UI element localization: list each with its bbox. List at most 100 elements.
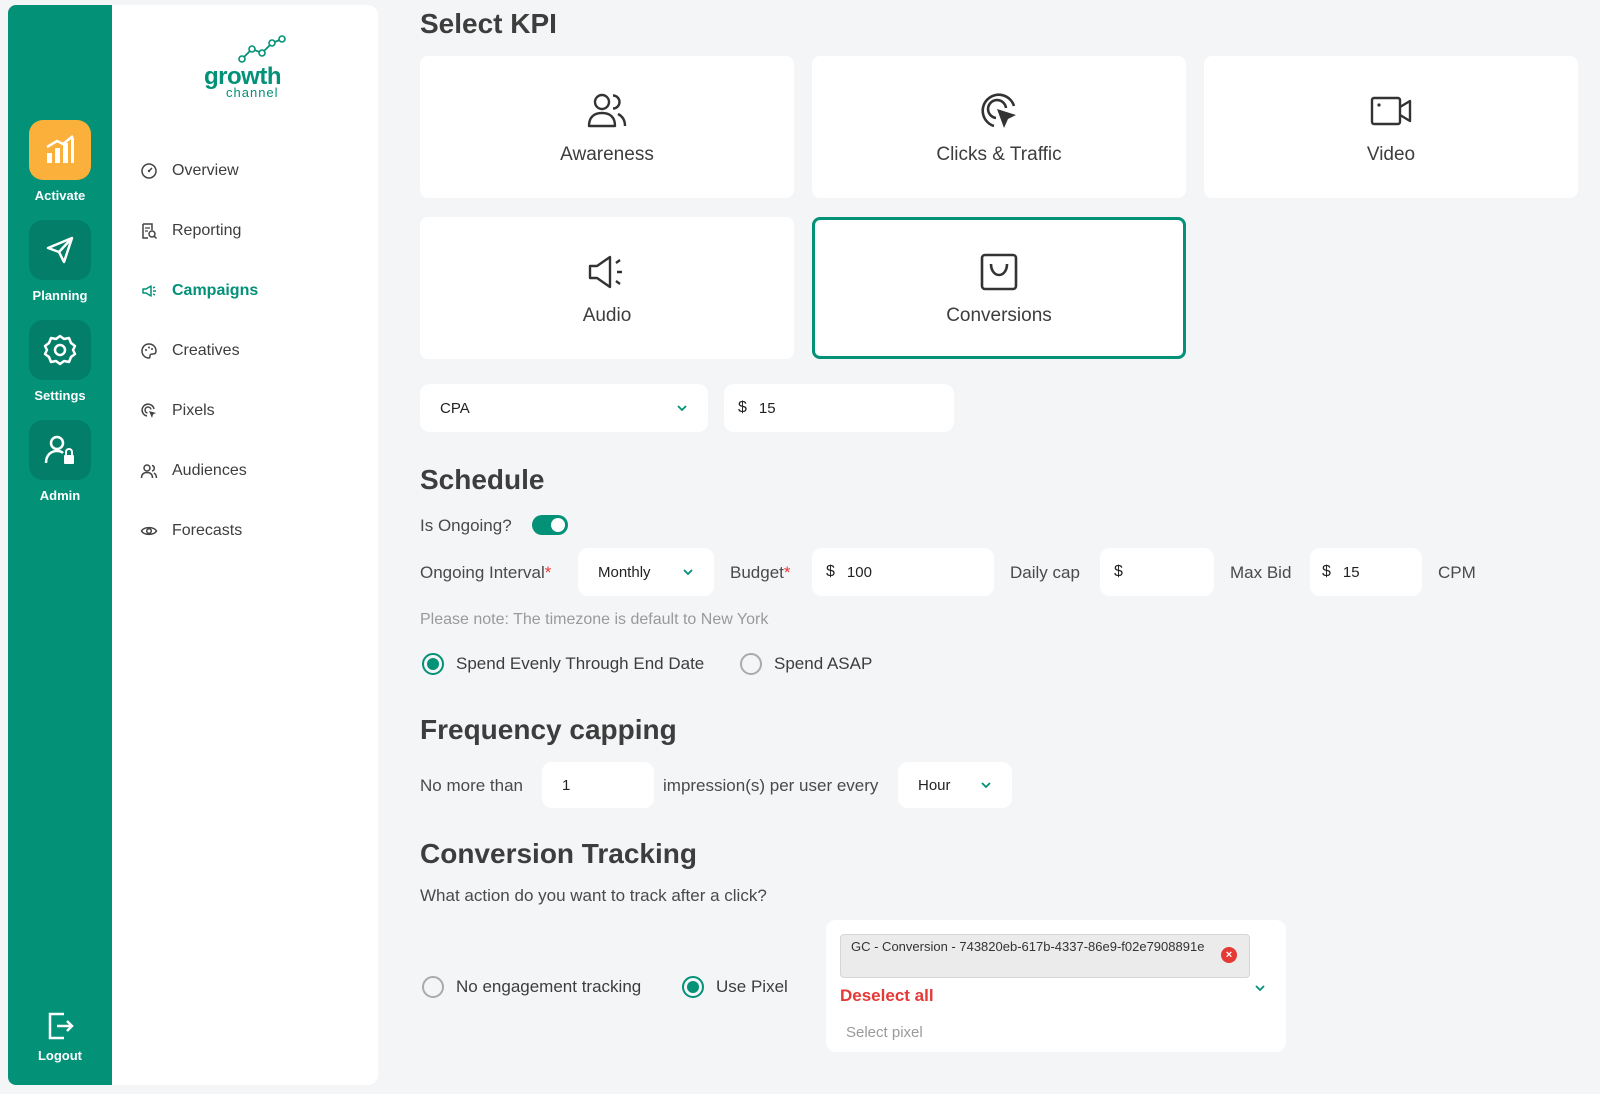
nav-item-creatives[interactable]: Creatives (140, 339, 240, 363)
required-mark: * (544, 563, 552, 582)
no-tracking-label: No engagement tracking (456, 977, 642, 996)
rail-label-admin: Admin (39, 488, 81, 503)
brand-logo: growth channel (204, 35, 294, 105)
ongoing-interval-select[interactable]: Monthly (578, 548, 714, 596)
users-icon (140, 464, 158, 479)
icon-rail: Activate Planning Settings Admin Logout (8, 5, 112, 1085)
spend-evenly-radio[interactable]: Spend Evenly Through End Date (422, 653, 704, 675)
selected-pixel-chip: GC - Conversion - 743820eb-617b-4337-86e… (840, 934, 1250, 978)
video-camera-icon (1370, 96, 1412, 126)
nav-label-pixels: Pixels (172, 402, 215, 419)
speaker-icon (588, 255, 622, 289)
chevron-down-icon[interactable] (1254, 982, 1266, 994)
nav-label-overview: Overview (172, 162, 239, 179)
ongoing-interval-value: Monthly (598, 563, 651, 581)
budget-label: Budget* (730, 563, 791, 583)
kpi-value-input[interactable]: $ 15 (724, 384, 954, 432)
kpi-card-audio[interactable]: Audio (420, 217, 794, 359)
select-pixel-placeholder[interactable]: Select pixel (846, 1024, 923, 1041)
daily-cap-label: Daily cap (1010, 563, 1080, 582)
frequency-count: 1 (562, 776, 571, 794)
no-tracking-radio[interactable]: No engagement tracking (422, 976, 641, 998)
schedule-heading: Schedule (420, 464, 545, 495)
daily-cap-input[interactable]: $ (1100, 548, 1214, 596)
pixel-multiselect[interactable]: GC - Conversion - 743820eb-617b-4337-86e… (826, 920, 1286, 1052)
kpi-label-awareness: Awareness (560, 144, 654, 165)
rail-label-planning: Planning (32, 288, 88, 303)
cpm-label: CPM (1438, 563, 1476, 582)
rail-label-logout: Logout (37, 1048, 83, 1063)
activate-button[interactable] (29, 120, 91, 180)
frequency-period-select[interactable]: Hour (898, 762, 1012, 808)
nav-label-audiences: Audiences (172, 462, 247, 479)
is-ongoing-label: Is Ongoing? (420, 516, 512, 535)
paper-plane-icon (46, 236, 74, 264)
kpi-label-conversions: Conversions (946, 305, 1052, 326)
remove-pixel-icon[interactable]: × (1221, 947, 1237, 963)
planning-button[interactable] (29, 220, 91, 280)
user-lock-icon (44, 435, 74, 464)
conversion-tracking-heading: Conversion Tracking (420, 838, 697, 869)
growth-trend-icon (238, 35, 286, 63)
rail-label-settings: Settings (34, 388, 86, 403)
logo-sub: channel (226, 85, 279, 100)
gear-icon (43, 334, 77, 366)
rail-settings[interactable]: Settings (8, 320, 112, 403)
max-bid-input[interactable]: $ 15 (1310, 548, 1422, 596)
spend-evenly-label: Spend Evenly Through End Date (456, 654, 705, 673)
frequency-count-input[interactable]: 1 (542, 762, 654, 808)
rail-activate[interactable]: Activate (8, 120, 112, 203)
kpi-label-video: Video (1366, 144, 1416, 165)
currency-symbol: $ (738, 399, 747, 416)
currency-symbol: $ (826, 563, 835, 580)
nav-item-reporting[interactable]: Reporting (140, 219, 241, 243)
target-cursor-icon (141, 403, 156, 418)
radio-checked (682, 976, 704, 998)
budget-text: Budget (730, 563, 784, 582)
max-bid-value: 15 (1342, 563, 1360, 581)
logout-button[interactable]: Logout (8, 1010, 112, 1063)
currency-symbol: $ (1322, 563, 1331, 580)
users-icon (587, 93, 627, 128)
kpi-metric-value: CPA (440, 399, 470, 417)
currency-symbol: $ (1114, 563, 1123, 580)
megaphone-icon (142, 285, 156, 297)
nav-item-overview[interactable]: Overview (140, 159, 239, 183)
chevron-down-icon (677, 405, 687, 412)
gauge-icon (141, 163, 157, 179)
radio-unchecked (422, 976, 444, 998)
nav-item-campaigns[interactable]: Campaigns (140, 279, 258, 303)
kpi-card-video[interactable]: Video (1204, 56, 1578, 198)
shopping-bag-icon (980, 253, 1018, 291)
budget-value: 100 (846, 563, 872, 581)
use-pixel-radio[interactable]: Use Pixel (682, 976, 788, 998)
nav-item-audiences[interactable]: Audiences (140, 459, 247, 483)
nav-item-pixels[interactable]: Pixels (140, 399, 215, 423)
rail-label-activate: Activate (34, 188, 86, 203)
admin-button[interactable] (29, 420, 91, 480)
frequency-capping-heading: Frequency capping (420, 714, 677, 745)
ongoing-interval-text: Ongoing Interval (420, 563, 545, 582)
radio-checked (422, 653, 444, 675)
kpi-card-clicks-traffic[interactable]: Clicks & Traffic (812, 56, 1186, 198)
report-search-icon (142, 223, 158, 240)
ongoing-interval-label: Ongoing Interval* (420, 563, 551, 583)
kpi-value: 15 (758, 399, 776, 417)
max-bid-label: Max Bid (1230, 563, 1292, 582)
spend-asap-radio[interactable]: Spend ASAP (740, 653, 872, 675)
rail-planning[interactable]: Planning (8, 220, 112, 303)
timezone-note: Please note: The timezone is default to … (420, 611, 769, 628)
is-ongoing-toggle[interactable] (532, 515, 568, 535)
spend-asap-label: Spend ASAP (774, 654, 873, 673)
kpi-card-awareness[interactable]: Awareness (420, 56, 794, 198)
kpi-metric-select[interactable]: CPA (420, 384, 708, 432)
kpi-card-conversions[interactable]: Conversions (812, 217, 1186, 359)
frequency-prefix: No more than (420, 776, 523, 795)
rail-admin[interactable]: Admin (8, 420, 112, 503)
budget-input[interactable]: $ 100 (812, 548, 994, 596)
nav-item-forecasts[interactable]: Forecasts (140, 519, 242, 543)
deselect-all-button[interactable]: Deselect all (840, 986, 934, 1006)
settings-button[interactable] (29, 320, 91, 380)
select-kpi-heading: Select KPI (420, 8, 557, 39)
target-cursor-icon (981, 93, 1016, 128)
